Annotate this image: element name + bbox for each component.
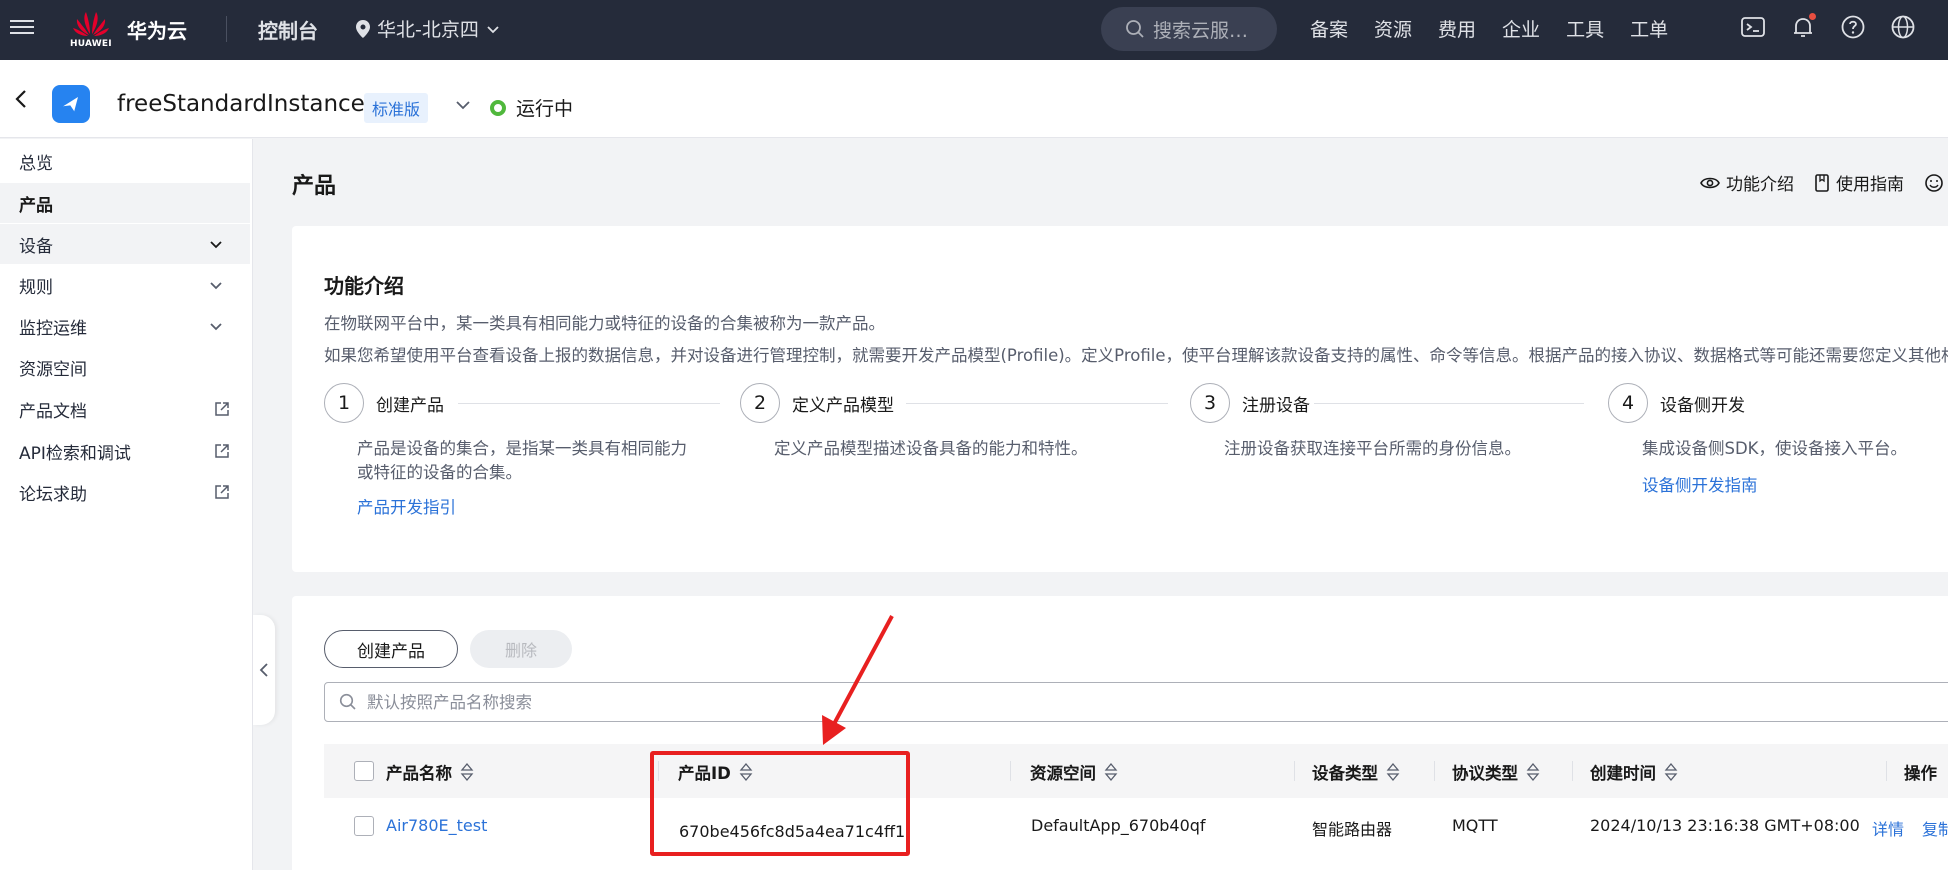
annotation-arrow [822, 615, 894, 745]
